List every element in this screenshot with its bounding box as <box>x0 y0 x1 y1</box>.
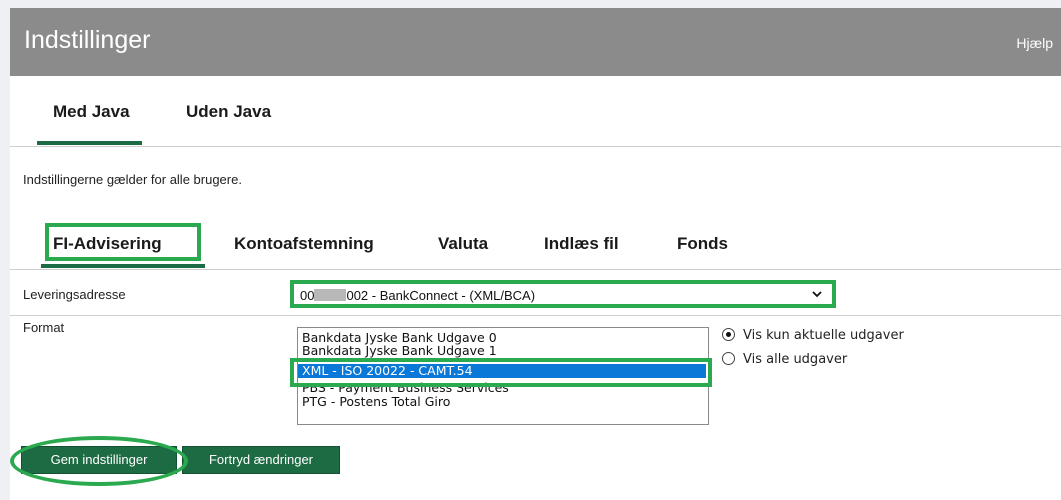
radio-unchecked-icon <box>722 352 735 365</box>
format-option-selected[interactable]: XML - ISO 20022 - CAMT.54 <box>298 364 706 378</box>
tab-med-java[interactable]: Med Java <box>37 102 142 145</box>
tab-indlaes-fil[interactable]: Indlæs fil <box>544 234 619 254</box>
format-option[interactable]: Bankdata Jyske Bank Udgave 1 <box>298 344 706 358</box>
settings-note: Indstillingerne gælder for alle brugere. <box>23 172 242 187</box>
delivery-select[interactable]: 00 002 - BankConnect - (XML/BCA) <box>290 280 836 308</box>
delivery-value: 00 002 - BankConnect - (XML/BCA) <box>300 288 536 303</box>
title-bar: Indstillinger Hjælp <box>10 8 1061 76</box>
divider <box>10 315 1061 316</box>
radio-checked-icon <box>722 328 735 341</box>
format-listbox[interactable]: Bankdata Jyske Bank Udgave 0 Bankdata Jy… <box>297 327 709 425</box>
delivery-label: Leveringsadresse <box>23 287 126 302</box>
radio-all-editions[interactable]: Vis alle udgaver <box>722 352 847 367</box>
format-option[interactable]: PTG - Postens Total Giro <box>298 395 706 409</box>
tab-uden-java[interactable]: Uden Java <box>186 102 271 122</box>
top-tabs: Med Java Uden Java <box>10 102 1061 147</box>
cancel-button[interactable]: Fortryd ændringer <box>182 446 340 474</box>
divider <box>10 269 1061 270</box>
sub-tabs: FI-Advisering Kontoafstemning Valuta Ind… <box>10 223 1061 268</box>
radio-current-editions[interactable]: Vis kun aktuelle udgaver <box>722 328 904 343</box>
active-tab-underline <box>41 264 205 268</box>
page-title: Indstillinger <box>24 26 151 54</box>
save-button[interactable]: Gem indstillinger <box>21 446 177 474</box>
help-link[interactable]: Hjælp <box>1016 35 1053 51</box>
format-option[interactable]: PBS - Payment Business Services <box>298 381 706 395</box>
tab-valuta[interactable]: Valuta <box>438 234 488 254</box>
tab-fi-advisering[interactable]: FI-Advisering <box>41 223 205 268</box>
format-label: Format <box>23 320 65 335</box>
chevron-down-icon <box>812 291 822 298</box>
highlight-frame <box>45 223 201 261</box>
settings-panel: Indstillinger Hjælp Med Java Uden Java I… <box>10 8 1061 500</box>
tab-fonds[interactable]: Fonds <box>677 234 728 254</box>
tab-kontoafstemning[interactable]: Kontoafstemning <box>234 234 374 254</box>
redacted-block <box>314 289 347 301</box>
